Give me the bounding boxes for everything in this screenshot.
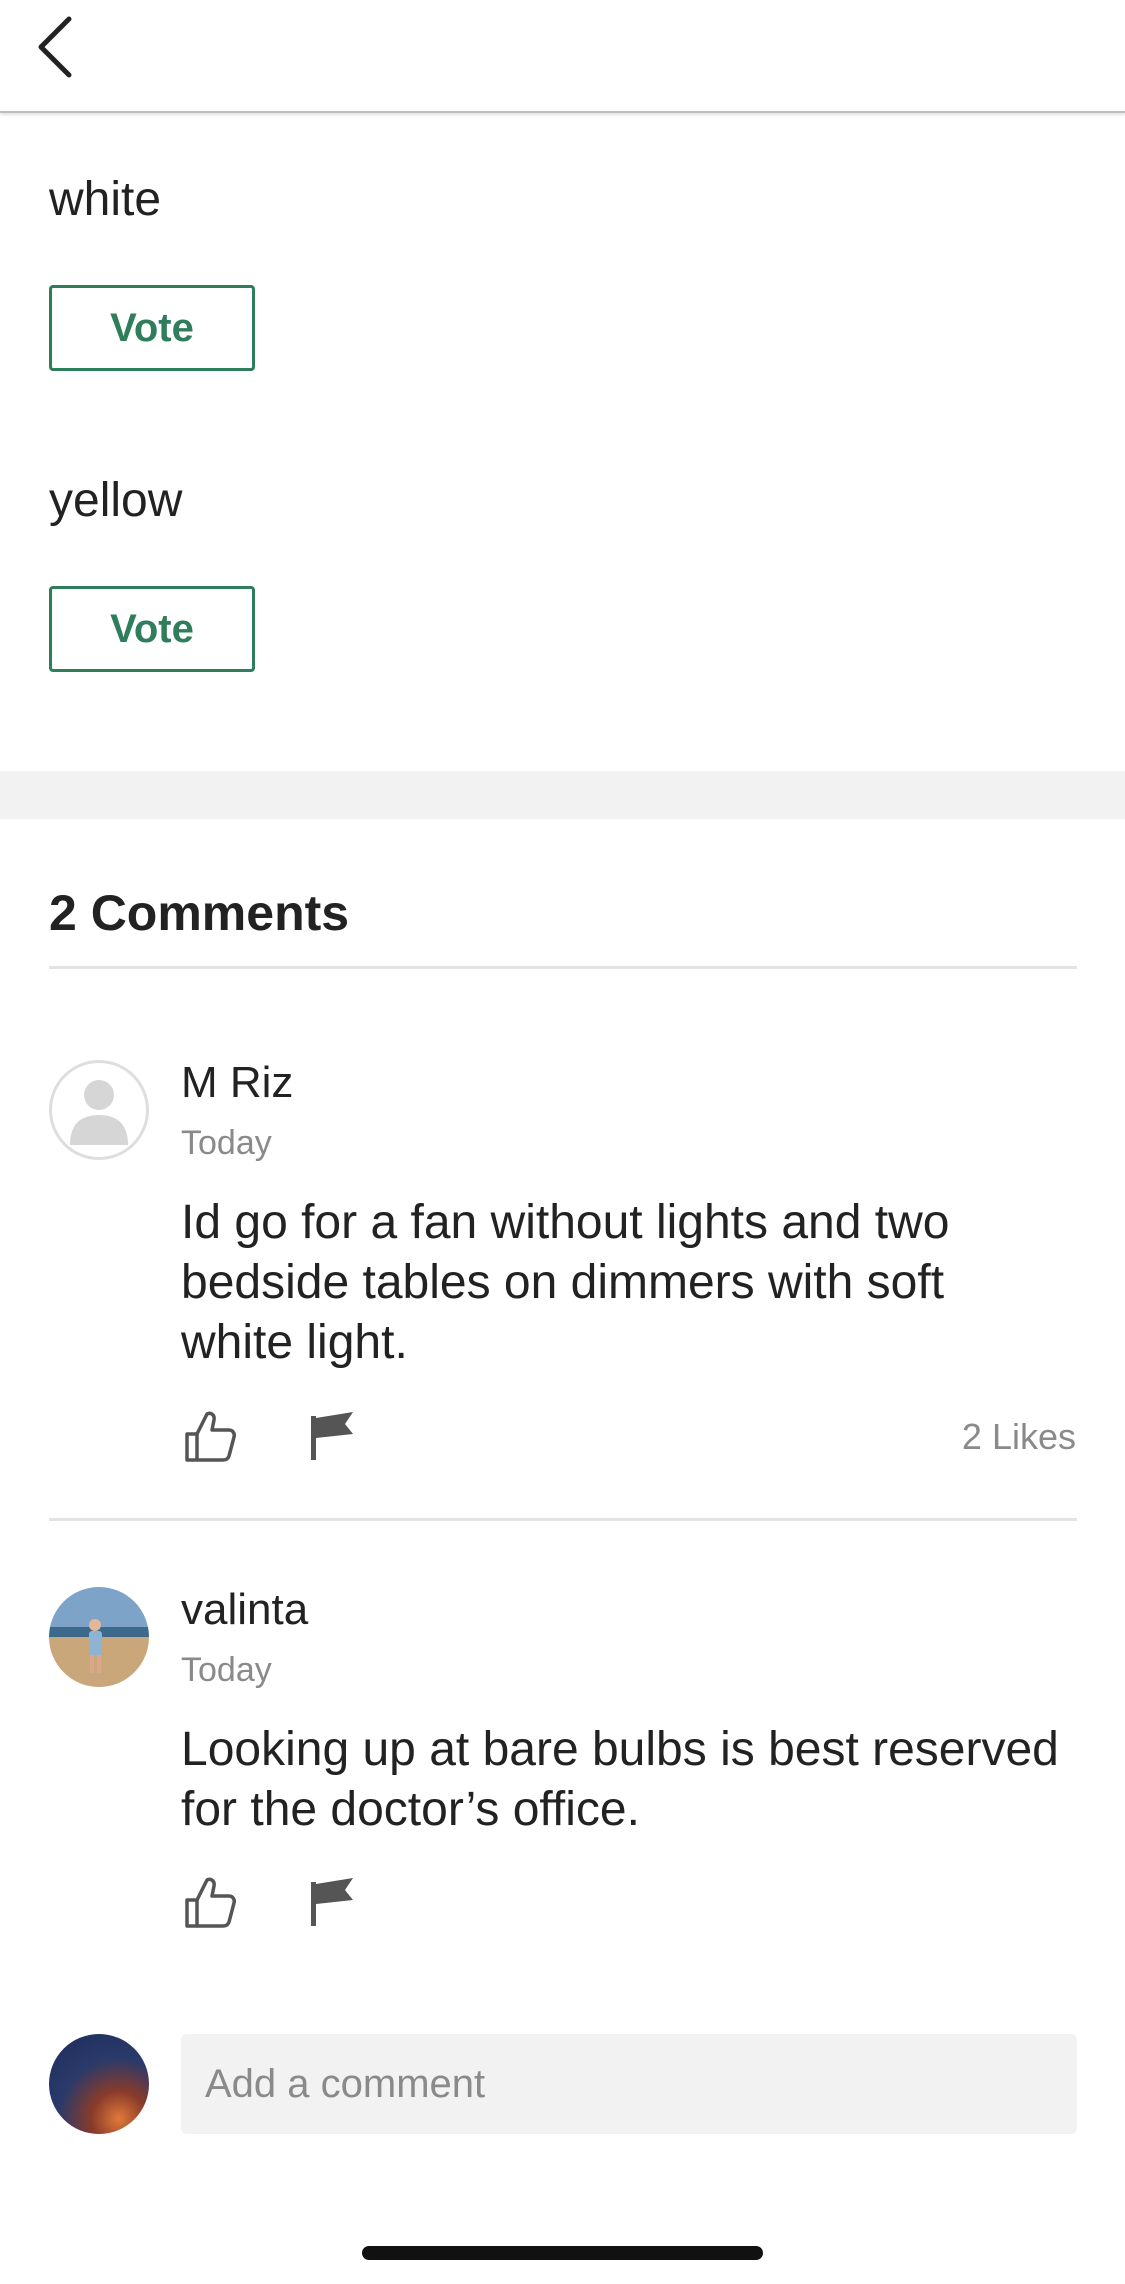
poll-option-label: white — [49, 173, 162, 226]
add-comment-input[interactable] — [181, 2034, 1077, 2134]
top-bar — [0, 0, 1125, 113]
report-button[interactable] — [301, 1872, 361, 1932]
avatar[interactable] — [49, 1060, 149, 1160]
comment-time: Today — [181, 1124, 272, 1162]
likes-count[interactable]: 2 Likes — [962, 1416, 1076, 1458]
comment-author[interactable]: M Riz — [181, 1058, 293, 1108]
post-detail-screen: white Vote yellow Vote 2 Comments M Riz … — [0, 0, 1125, 2284]
avatar[interactable] — [49, 1587, 149, 1687]
home-indicator[interactable] — [362, 2246, 763, 2260]
user-photo-icon — [49, 1587, 149, 1687]
vote-button[interactable]: Vote — [49, 285, 255, 371]
chevron-left-icon — [38, 16, 72, 78]
divider — [49, 966, 1077, 969]
report-button[interactable] — [301, 1406, 361, 1466]
flag-icon — [311, 1412, 353, 1460]
divider — [49, 1518, 1077, 1521]
like-button[interactable] — [181, 1872, 241, 1932]
comment-text: Looking up at bare bulbs is best reserve… — [181, 1723, 1059, 1836]
thumbs-up-icon — [185, 1411, 236, 1462]
current-user-avatar — [49, 2034, 149, 2134]
poll-option-label: yellow — [49, 474, 183, 527]
comment-time: Today — [181, 1651, 272, 1689]
comment-author[interactable]: valinta — [181, 1585, 308, 1635]
like-button[interactable] — [181, 1406, 241, 1466]
comment-text: Id go for a fan without lights and two b… — [181, 1196, 950, 1369]
thumbs-up-icon — [185, 1877, 236, 1928]
section-divider — [0, 771, 1125, 819]
vote-button[interactable]: Vote — [49, 586, 255, 672]
back-button[interactable] — [20, 12, 90, 82]
flag-icon — [311, 1878, 353, 1926]
default-user-icon — [70, 1080, 128, 1145]
comments-heading: 2 Comments — [49, 885, 350, 941]
